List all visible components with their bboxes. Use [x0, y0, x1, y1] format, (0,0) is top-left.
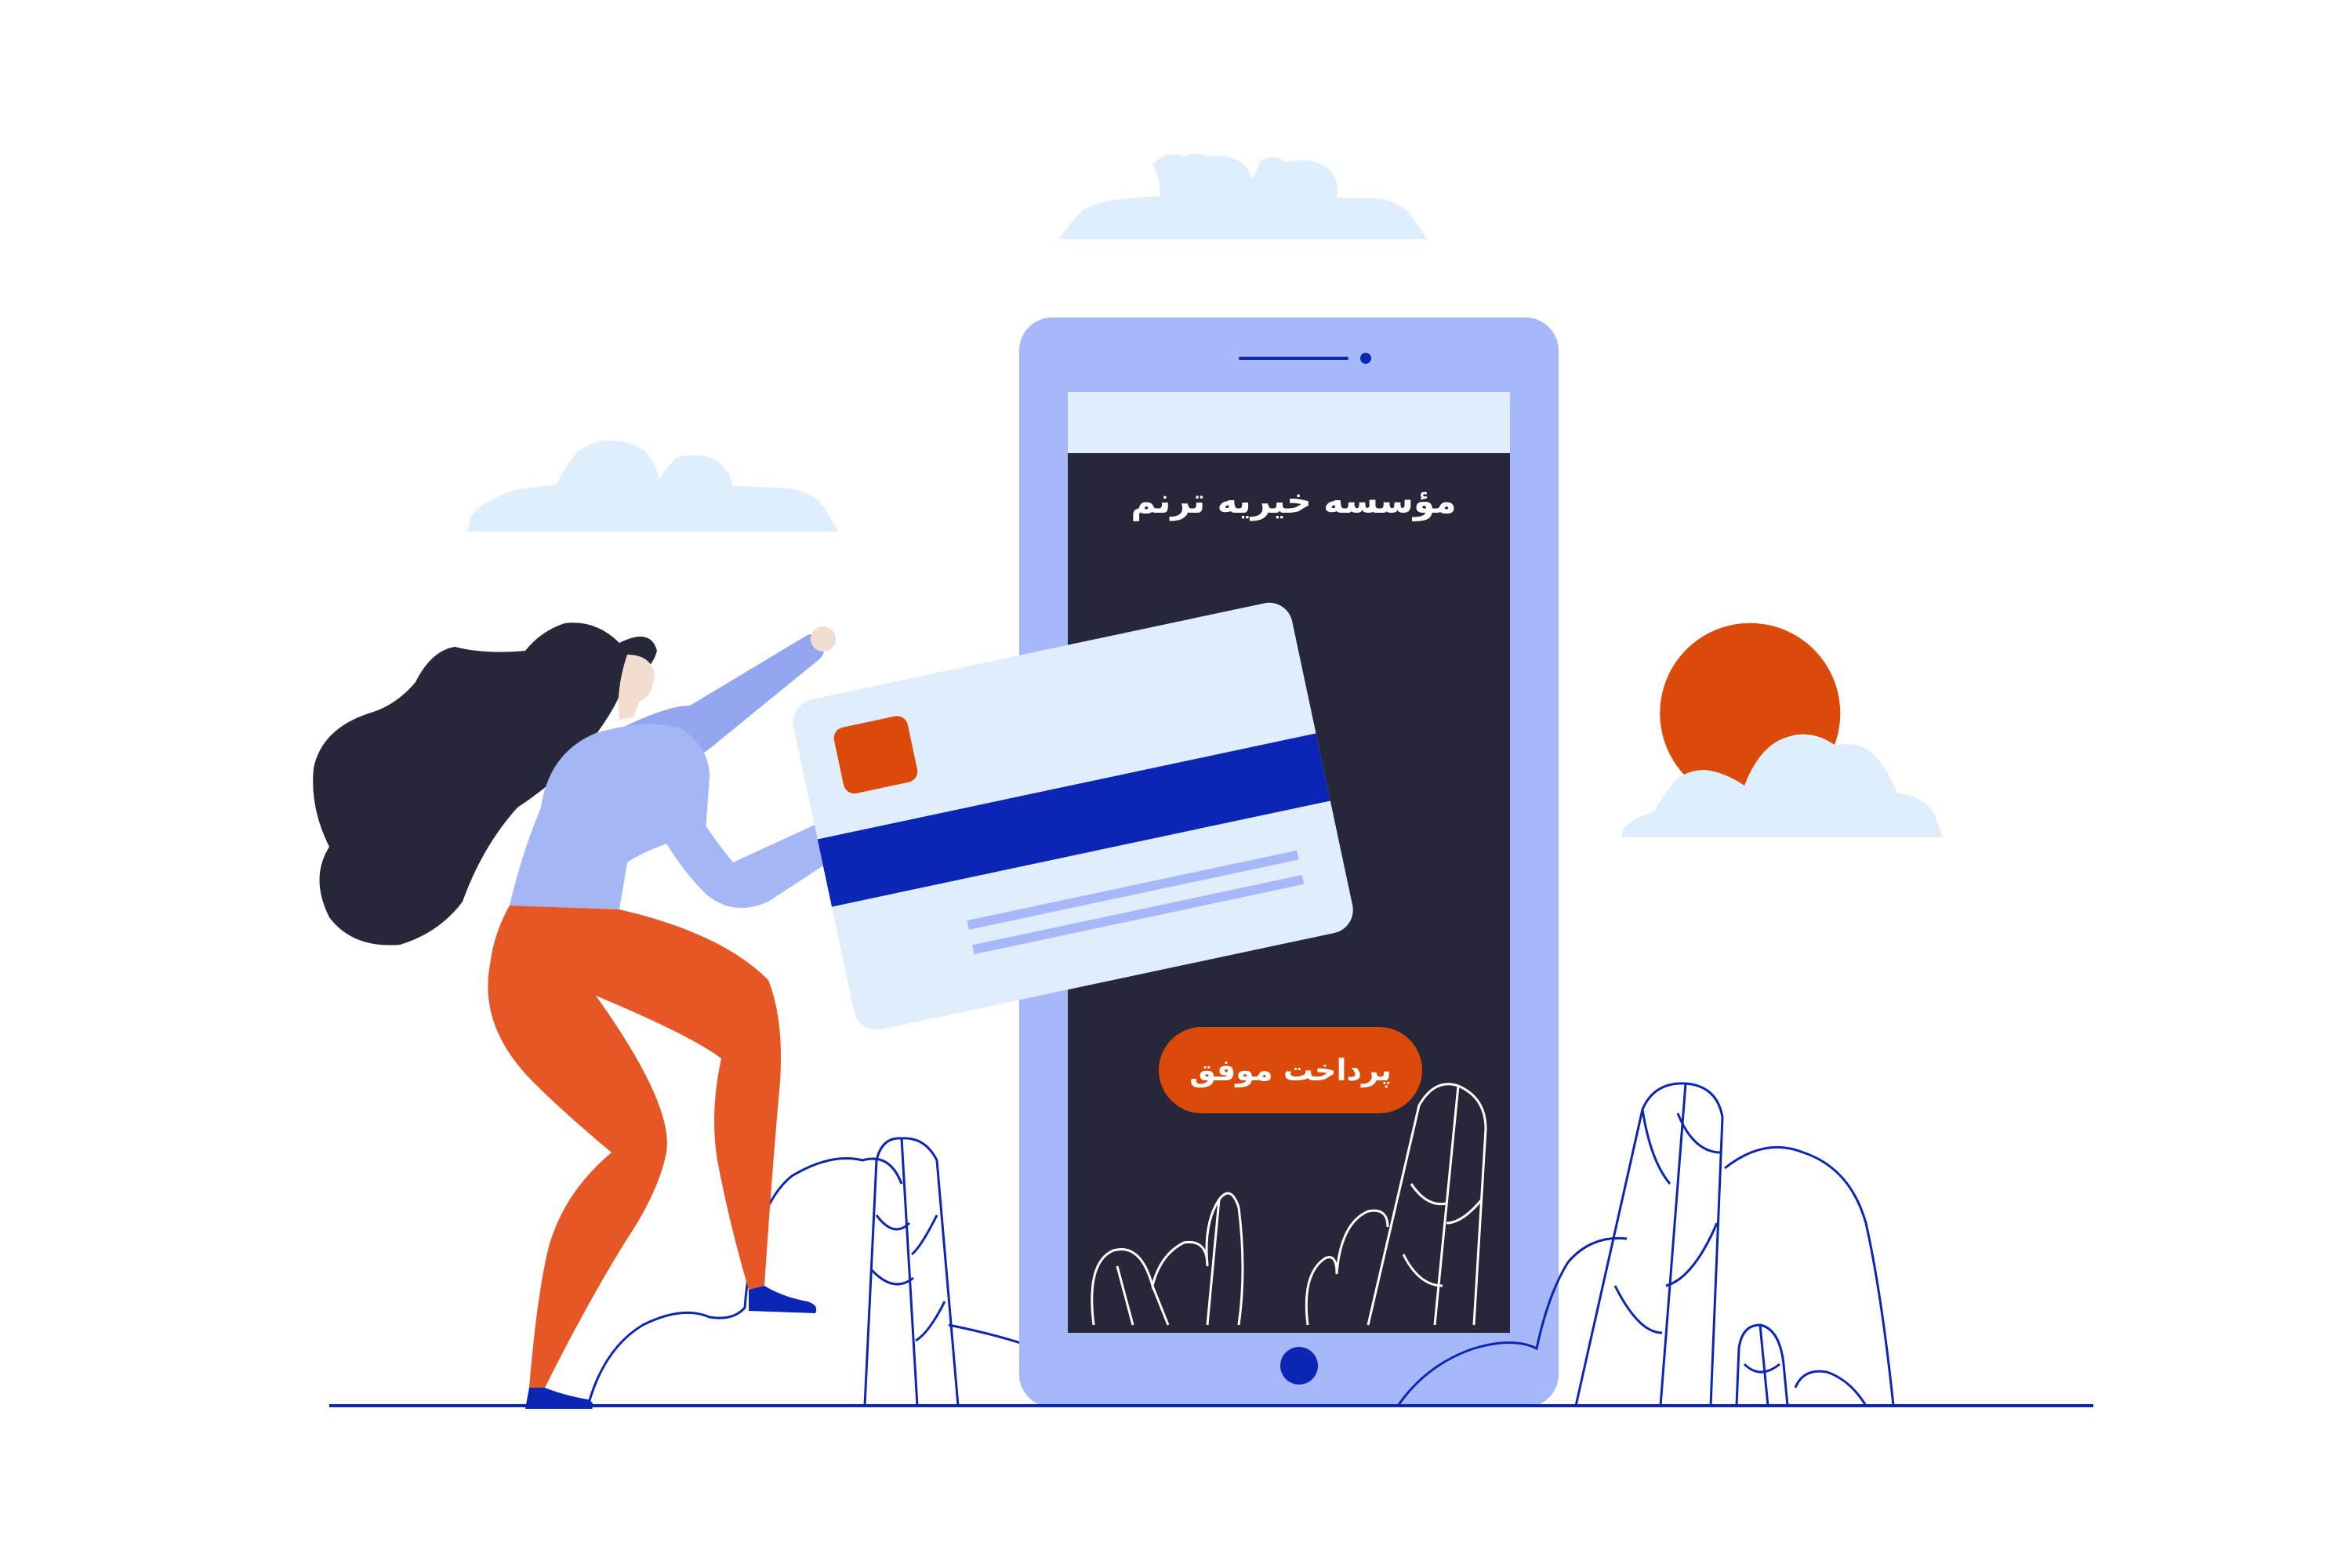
shoe-back	[749, 1286, 817, 1313]
cloud-top	[1058, 154, 1427, 239]
circle-button-icon[interactable]	[1280, 1347, 1318, 1385]
shoe-front	[525, 1388, 593, 1409]
cloud-left	[467, 440, 839, 532]
back-hand	[811, 626, 836, 652]
payment-success-label: پرداخت موفق	[1189, 1053, 1392, 1087]
plant-left	[863, 1137, 960, 1406]
phone-screen-header	[1068, 392, 1510, 453]
payment-success-button[interactable]: پرداخت موفق	[1159, 1027, 1422, 1113]
payment-illustration	[313, 154, 2093, 1409]
camera-dot-icon	[1360, 353, 1371, 364]
organization-title: مؤسسه خیریه ترنم	[1131, 481, 1457, 521]
